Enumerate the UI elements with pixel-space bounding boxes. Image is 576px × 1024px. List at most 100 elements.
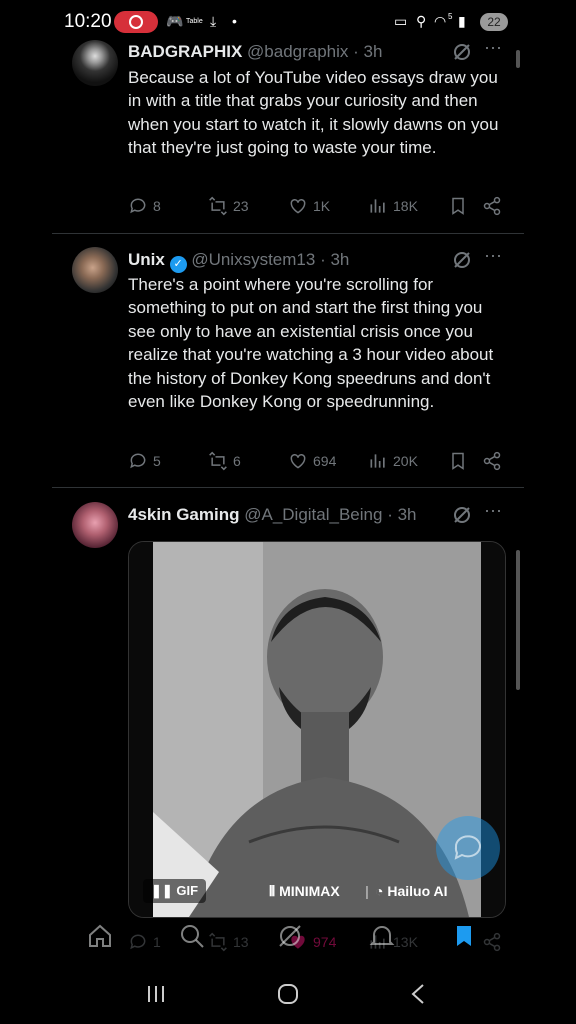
gif-label: GIF	[176, 883, 199, 898]
watermark-left-text: MINIMAX	[279, 883, 340, 899]
share-button[interactable]	[482, 932, 502, 952]
like-icon	[290, 453, 306, 469]
system-nav-bar	[52, 960, 524, 1024]
repost-count: 23	[233, 198, 249, 214]
like-icon	[290, 198, 306, 214]
grok-tab-icon[interactable]	[276, 922, 304, 950]
repost-button[interactable]: 13	[208, 932, 249, 952]
reply-button[interactable]: 1	[128, 932, 161, 952]
repost-count: 13	[233, 934, 249, 950]
more-notifications-dot: •	[232, 13, 237, 29]
more-icon[interactable]: ⋯	[484, 38, 502, 59]
search-icon[interactable]	[178, 922, 206, 950]
author-handle[interactable]: @A_Digital_Being	[244, 505, 382, 524]
share-icon	[483, 451, 501, 471]
bookmark-icon	[452, 197, 464, 215]
bookmark-button[interactable]	[448, 196, 468, 216]
reply-count: 5	[153, 453, 161, 469]
bookmark-button[interactable]	[448, 451, 468, 471]
author-name[interactable]: BADGRAPHIX	[128, 42, 242, 61]
grok-icon[interactable]	[452, 250, 472, 275]
network-label: 5	[448, 12, 453, 21]
status-time: 10:20	[64, 11, 112, 32]
scrollbar-thumb[interactable]	[516, 50, 520, 68]
discord-icon: 🎮	[166, 13, 184, 29]
grok-icon[interactable]	[452, 505, 472, 530]
tweet-time: · 3h	[353, 42, 383, 61]
tweet-actions: 8 23 1K 18K	[128, 196, 508, 220]
views-count: 20K	[393, 453, 418, 469]
author-name[interactable]: Unix	[128, 250, 165, 269]
author-name[interactable]: 4skin Gaming	[128, 505, 239, 524]
views-icon	[370, 454, 385, 468]
cast-icon: ▭	[394, 13, 408, 29]
notif-app-label: Table	[186, 18, 203, 25]
verified-badge-icon: ✓	[169, 256, 187, 273]
compose-icon	[454, 835, 481, 860]
like-count: 974	[313, 934, 337, 950]
repost-count: 6	[233, 453, 241, 469]
like-count: 1K	[313, 198, 331, 214]
scrollbar-thumb[interactable]	[516, 550, 520, 690]
app-screen: 10:20 🎮 Table ⤓ • ▭ ⚲ ◠ 5 ▮ 22 BADGRAPHI…	[52, 0, 524, 1024]
repost-button[interactable]: 6	[208, 451, 241, 471]
share-icon	[483, 196, 501, 216]
compose-button[interactable]	[436, 816, 500, 880]
home-icon[interactable]	[86, 922, 114, 950]
views-icon	[370, 199, 385, 213]
author-handle[interactable]: @badgraphix	[247, 42, 348, 61]
watermark-separator: |	[365, 883, 369, 899]
author-handle[interactable]: @Unixsystem13	[191, 250, 315, 269]
divider	[52, 487, 524, 488]
battery-indicator: 22	[480, 13, 508, 31]
reply-count: 8	[153, 198, 161, 214]
watermark-right-text: Hailuo AI	[387, 883, 448, 899]
tweet-header: BADGRAPHIX @badgraphix · 3h	[128, 42, 382, 62]
back-icon[interactable]	[410, 983, 426, 1005]
reply-button[interactable]: 8	[128, 196, 161, 216]
reply-button[interactable]: 5	[128, 451, 161, 471]
status-bar: 10:20 🎮 Table ⤓ • ▭ ⚲ ◠ 5 ▮ 22	[52, 0, 524, 44]
reply-icon	[130, 198, 146, 214]
bookmark-icon	[452, 452, 464, 470]
watermark-minimax: ⦀ MINIMAX	[269, 883, 340, 899]
tweet-header: Unix ✓ @Unixsystem13 · 3h	[128, 250, 349, 273]
reply-icon	[130, 934, 146, 950]
tweet-text: There's a point where you're scrolling f…	[128, 275, 494, 412]
tweet-time: · 3h	[320, 250, 350, 269]
share-button[interactable]	[482, 196, 502, 216]
avatar[interactable]	[72, 40, 118, 86]
recent-apps-icon[interactable]	[146, 984, 166, 1004]
gif-badge[interactable]: ❚❚ GIF	[143, 879, 207, 903]
wifi-icon: ◠	[434, 13, 447, 29]
views-button[interactable]: 20K	[368, 451, 418, 471]
divider	[52, 233, 524, 234]
like-button[interactable]: 1K	[288, 196, 330, 216]
location-icon: ⚲	[416, 13, 427, 29]
share-button[interactable]	[482, 451, 502, 471]
grok-icon[interactable]	[452, 42, 472, 67]
signal-icon: ▮	[458, 13, 466, 29]
like-button[interactable]: 694	[288, 451, 336, 471]
avatar[interactable]	[72, 502, 118, 548]
views-button[interactable]: 18K	[368, 196, 418, 216]
download-icon: ⤓	[210, 13, 217, 29]
reply-count: 1	[153, 934, 161, 950]
share-icon	[483, 932, 501, 952]
avatar[interactable]	[72, 247, 118, 293]
repost-icon	[209, 451, 227, 471]
home-nav-icon[interactable]	[277, 983, 299, 1005]
repost-icon	[209, 196, 227, 216]
tweet-header: 4skin Gaming @A_Digital_Being · 3h	[128, 505, 416, 525]
more-icon[interactable]: ⋯	[484, 246, 502, 267]
like-count: 694	[313, 453, 337, 469]
tweet-text: Because a lot of YouTube video essays dr…	[128, 68, 499, 158]
more-icon[interactable]: ⋯	[484, 501, 502, 522]
repost-icon	[209, 932, 227, 952]
views-count: 18K	[393, 198, 418, 214]
watermark-hailuo: ◔ Hailuo AI	[375, 883, 448, 899]
repost-button[interactable]: 23	[208, 196, 249, 216]
bookmarks-tab-icon[interactable]	[450, 922, 478, 950]
notifications-icon[interactable]	[368, 922, 396, 950]
reply-icon	[130, 453, 146, 469]
